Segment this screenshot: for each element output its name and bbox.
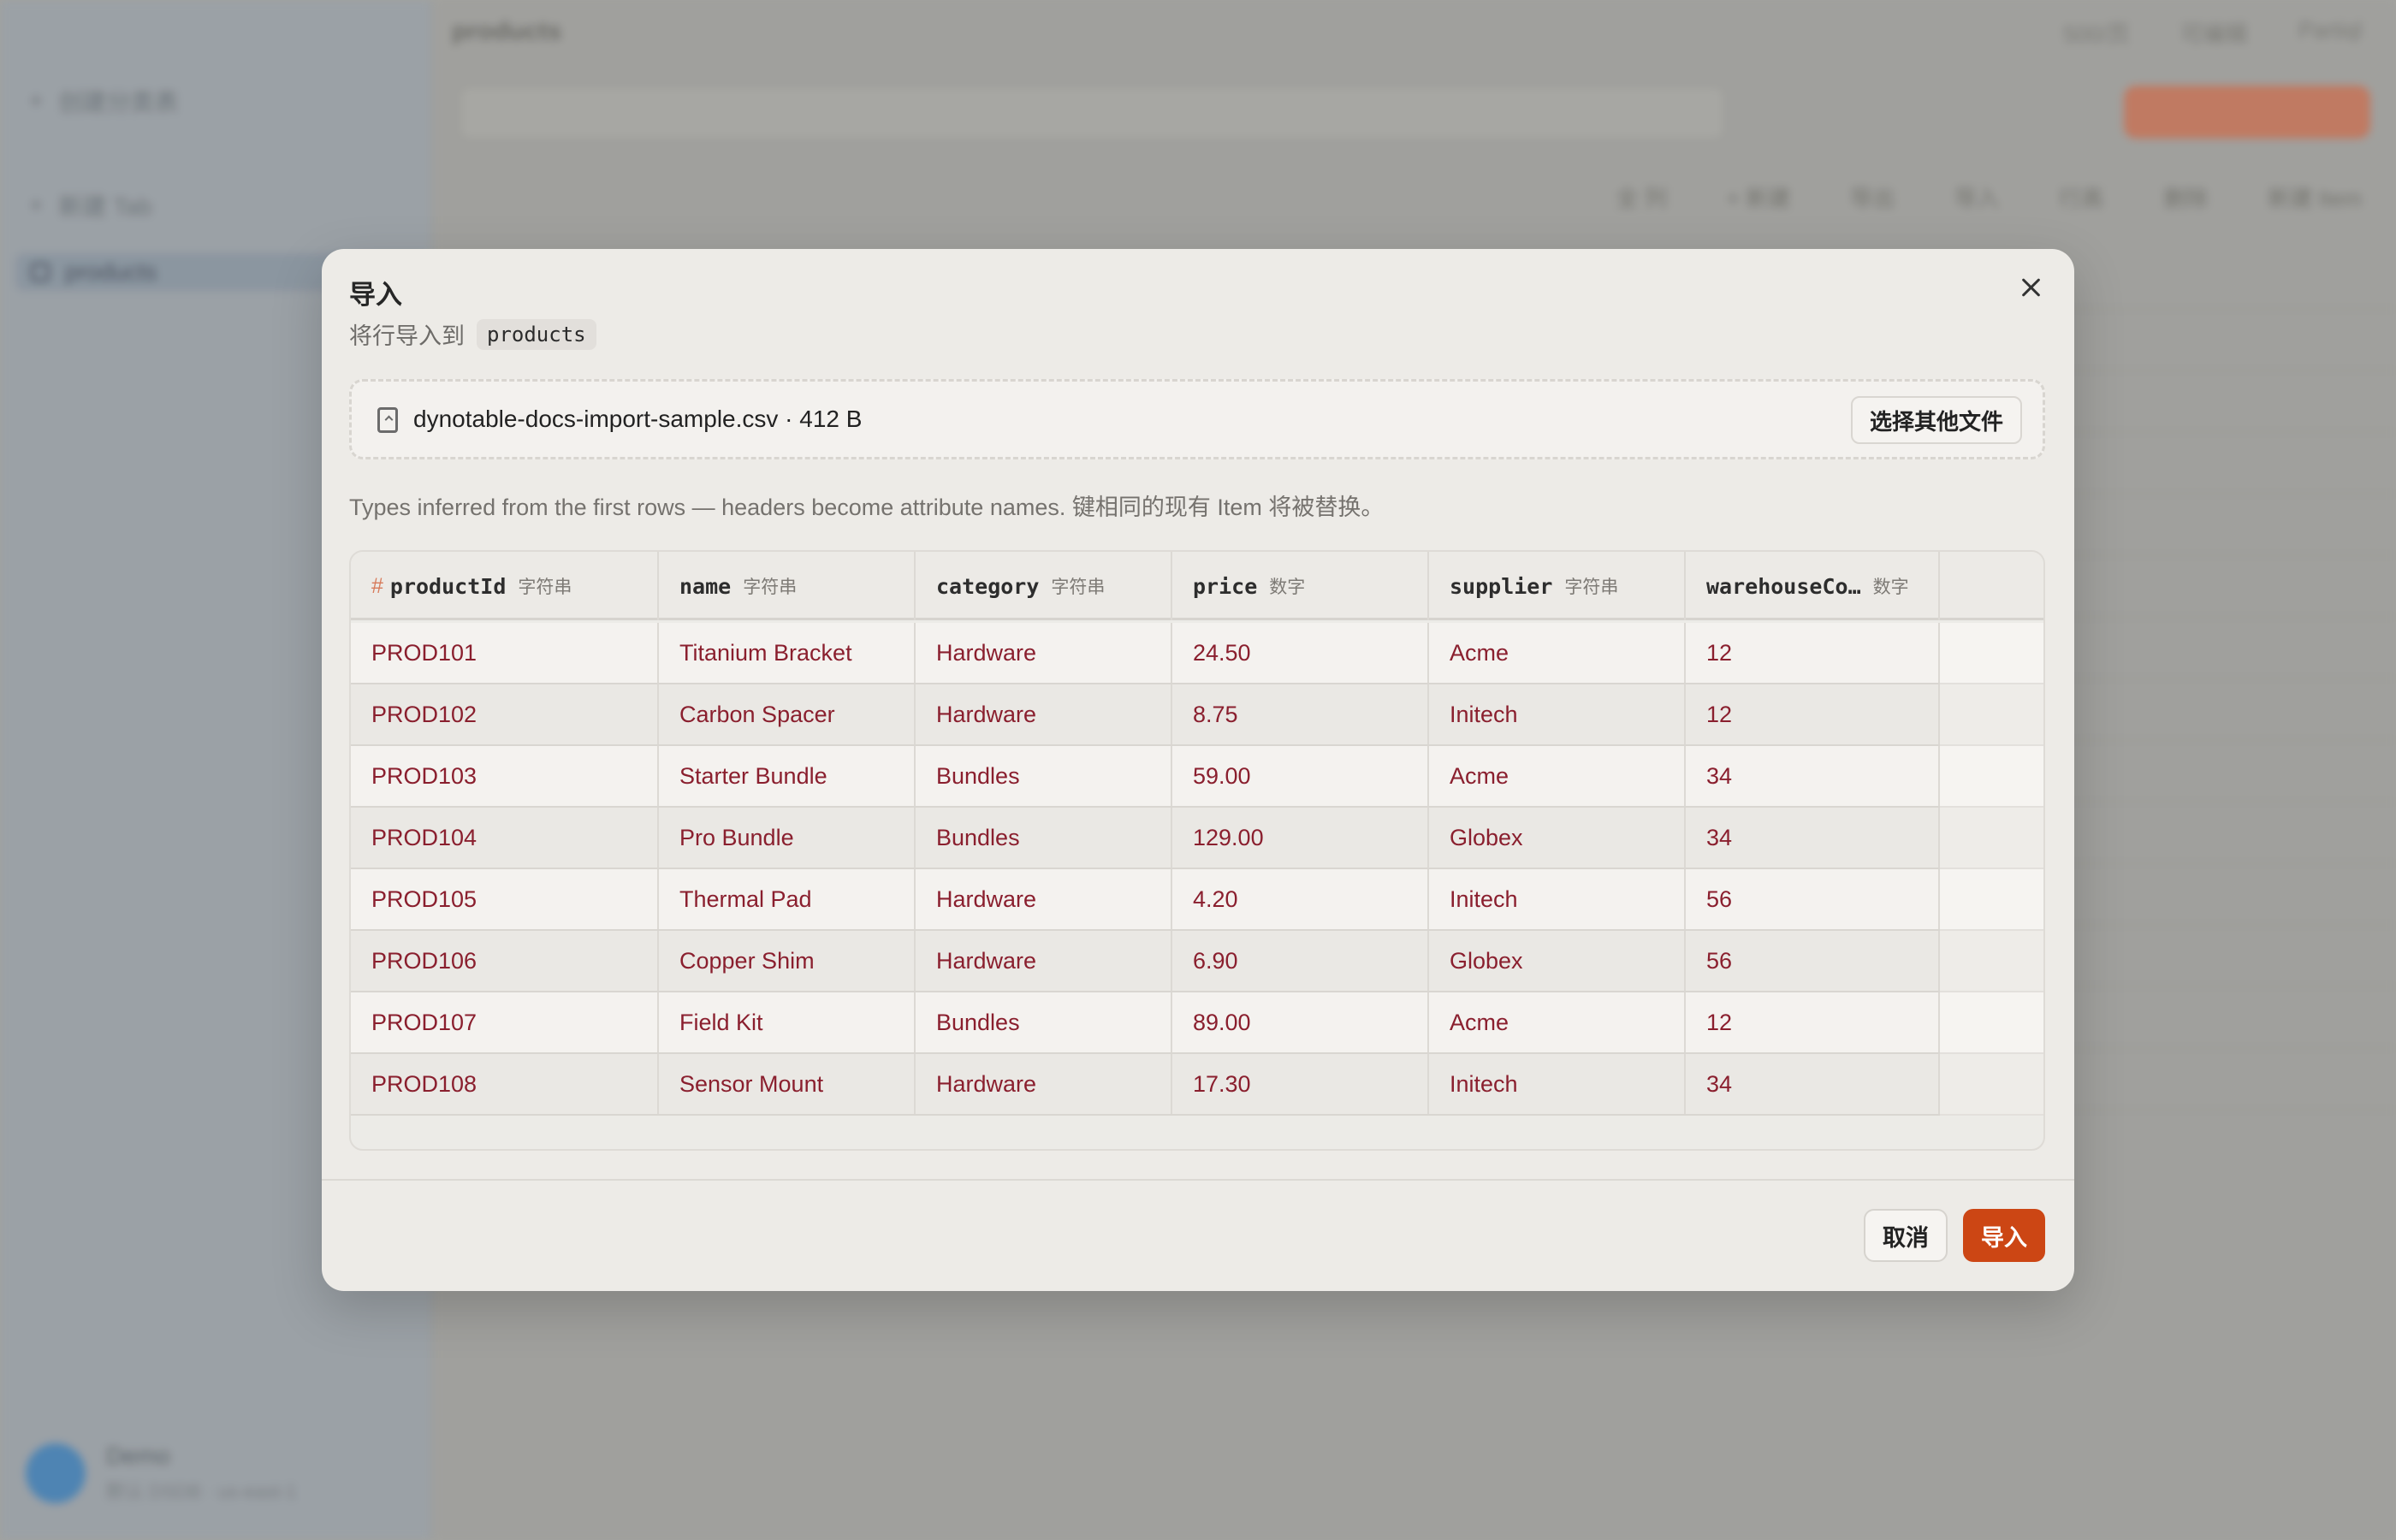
table-cell: Bundles xyxy=(916,992,1172,1052)
table-cell: 6.90 xyxy=(1172,931,1429,991)
table-cell: Initech xyxy=(1429,869,1686,929)
table-cell: PROD103 xyxy=(351,746,659,806)
file-name: dynotable-docs-import-sample.csv · 412 B xyxy=(413,406,863,432)
close-icon[interactable] xyxy=(2018,275,2043,300)
table-cell: Carbon Spacer xyxy=(659,684,916,744)
table-cell: 34 xyxy=(1686,746,1940,806)
table-row[interactable]: PROD106 Copper Shim Hardware 6.90 Globex 56 xyxy=(351,931,1940,992)
table-cell: 56 xyxy=(1686,931,1940,991)
row-filler xyxy=(1940,992,2043,1054)
cancel-button[interactable]: 取消 xyxy=(1864,1209,1948,1262)
table-cell: Field Kit xyxy=(659,992,916,1052)
subtitle-prefix: 将行导入到 xyxy=(349,323,465,349)
table-cell: 8.75 xyxy=(1172,684,1429,744)
table-cell: 89.00 xyxy=(1172,992,1429,1052)
import-button[interactable]: 导入 xyxy=(1963,1209,2045,1262)
table-cell: PROD102 xyxy=(351,684,659,744)
table-cell: 59.00 xyxy=(1172,746,1429,806)
table-cell: PROD104 xyxy=(351,808,659,868)
column-header: category 字符串 xyxy=(916,552,1172,620)
table-cell: Pro Bundle xyxy=(659,808,916,868)
table-cell: Bundles xyxy=(916,746,1172,806)
table-row[interactable]: PROD102 Carbon Spacer Hardware 8.75 Initech 1… xyxy=(351,684,1940,746)
table-header: # productId 字符串 name 字符串 category 字符串 pr… xyxy=(351,552,2043,620)
row-filler xyxy=(1940,684,2043,746)
preview-table: # productId 字符串 name 字符串 category 字符串 pr… xyxy=(349,550,2045,1151)
table-cell: Acme xyxy=(1429,623,1686,683)
column-header: price 数字 xyxy=(1172,552,1429,620)
choose-other-file-button[interactable]: 选择其他文件 xyxy=(1850,396,2022,444)
partition-key-marker: # xyxy=(371,573,383,598)
table-cell: Sensor Mount xyxy=(659,1054,916,1114)
table-row[interactable]: PROD105 Thermal Pad Hardware 4.20 Initech 56 xyxy=(351,869,1940,931)
table-cell: Copper Shim xyxy=(659,931,916,991)
table-cell: Acme xyxy=(1429,992,1686,1052)
column-header: name 字符串 xyxy=(659,552,916,620)
row-filler xyxy=(1940,1054,2043,1116)
type-inference-hint: Types inferred from the first rows — hea… xyxy=(349,495,1385,520)
row-filler xyxy=(1940,746,2043,808)
table-cell: 12 xyxy=(1686,684,1940,744)
table-cell: PROD108 xyxy=(351,1054,659,1114)
table-row[interactable]: PROD104 Pro Bundle Bundles 129.00 Globex 34 xyxy=(351,808,1940,869)
table-cell: Hardware xyxy=(916,931,1172,991)
import-dialog: 导入 将行导入到 products dynotable-docs-import-… xyxy=(322,249,2074,1291)
table-cell: Hardware xyxy=(916,869,1172,929)
table-cell: Thermal Pad xyxy=(659,869,916,929)
table-row[interactable]: PROD101 Titanium Bracket Hardware 24.50 Acme… xyxy=(351,623,1940,684)
row-filler xyxy=(1940,931,2043,992)
table-cell: 56 xyxy=(1686,869,1940,929)
table-cell: PROD107 xyxy=(351,992,659,1052)
dialog-title: 导入 xyxy=(349,280,402,310)
table-cell: Bundles xyxy=(916,808,1172,868)
row-filler xyxy=(1940,869,2043,931)
table-cell: Initech xyxy=(1429,684,1686,744)
footer-divider xyxy=(322,1179,2074,1181)
table-cell: PROD106 xyxy=(351,931,659,991)
column-header: # productId 字符串 xyxy=(351,552,659,620)
table-cell: 17.30 xyxy=(1172,1054,1429,1114)
table-cell: 12 xyxy=(1686,992,1940,1052)
table-cell: Globex xyxy=(1429,808,1686,868)
row-filler xyxy=(1940,623,2043,684)
column-header: warehouseCo… 数字 xyxy=(1686,552,1940,620)
column-header: supplier 字符串 xyxy=(1429,552,1686,620)
table-row[interactable]: PROD107 Field Kit Bundles 89.00 Acme 12 xyxy=(351,992,1940,1054)
table-cell: Titanium Bracket xyxy=(659,623,916,683)
table-cell: Hardware xyxy=(916,1054,1172,1114)
table-cell: Starter Bundle xyxy=(659,746,916,806)
file-upload-icon xyxy=(377,407,398,433)
row-filler xyxy=(1940,808,2043,869)
table-cell: PROD105 xyxy=(351,869,659,929)
table-cell: Hardware xyxy=(916,623,1172,683)
table-cell: 4.20 xyxy=(1172,869,1429,929)
table-row[interactable]: PROD103 Starter Bundle Bundles 59.00 Acme 34 xyxy=(351,746,1940,808)
table-cell: 34 xyxy=(1686,808,1940,868)
table-cell: Initech xyxy=(1429,1054,1686,1114)
table-cell: 24.50 xyxy=(1172,623,1429,683)
table-row[interactable]: PROD108 Sensor Mount Hardware 17.30 Initech 3… xyxy=(351,1054,1940,1116)
file-dropzone[interactable]: dynotable-docs-import-sample.csv · 412 B… xyxy=(349,379,2045,459)
table-cell: 129.00 xyxy=(1172,808,1429,868)
table-cell: Globex xyxy=(1429,931,1686,991)
table-cell: 34 xyxy=(1686,1054,1940,1114)
table-cell: 12 xyxy=(1686,623,1940,683)
dialog-subtitle: 将行导入到 products xyxy=(349,317,596,351)
table-cell: PROD101 xyxy=(351,623,659,683)
target-table-name: products xyxy=(477,318,596,350)
table-cell: Hardware xyxy=(916,684,1172,744)
table-cell: Acme xyxy=(1429,746,1686,806)
header-filler xyxy=(1940,552,2043,620)
